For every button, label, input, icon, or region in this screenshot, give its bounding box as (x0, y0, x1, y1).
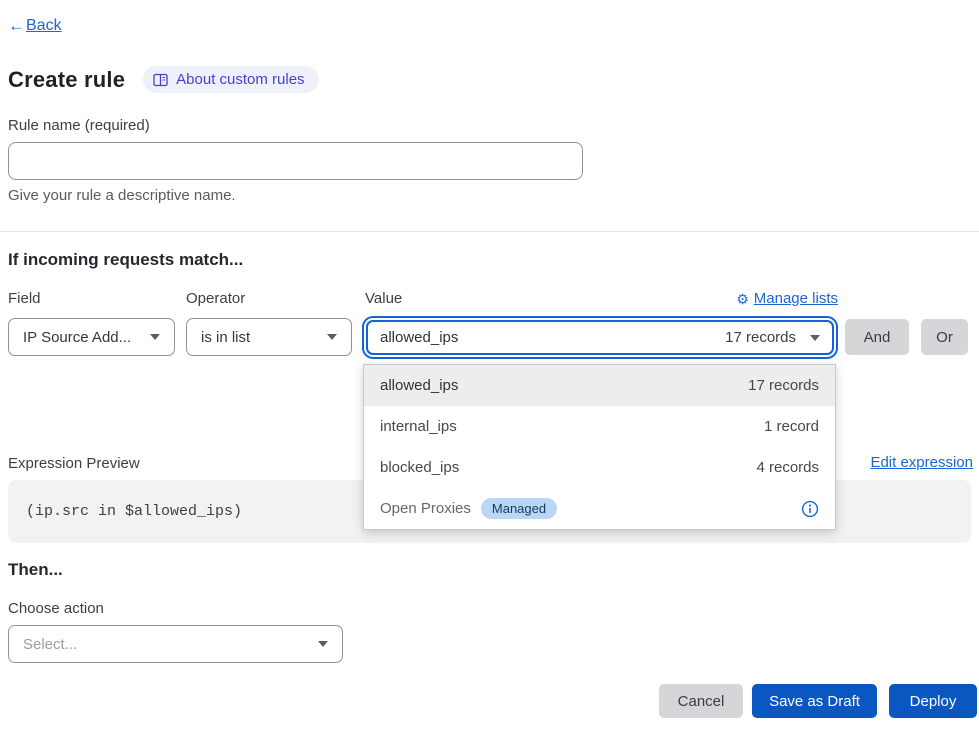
field-select[interactable]: IP Source Add... (8, 318, 175, 356)
back-link[interactable]: ←Back (8, 16, 62, 36)
action-select[interactable]: Select... (8, 625, 343, 663)
list-option-allowed-ips[interactable]: allowed_ips 17 records (364, 365, 835, 406)
chevron-down-icon (327, 334, 337, 340)
title-row: Create rule About custom rules (8, 66, 319, 93)
list-option-name: allowed_ips (380, 377, 458, 394)
save-as-draft-button[interactable]: Save as Draft (752, 684, 877, 718)
create-rule-page: ←Back Create rule About custom rules Rul… (0, 0, 979, 739)
rule-name-label: Rule name (required) (8, 117, 150, 134)
cancel-button[interactable]: Cancel (659, 684, 743, 718)
list-option-name: Open Proxies (380, 500, 471, 517)
field-column-label: Field (8, 290, 41, 307)
chevron-down-icon (318, 641, 328, 647)
operator-column-label: Operator (186, 290, 245, 307)
action-select-placeholder: Select... (23, 636, 318, 653)
and-button[interactable]: And (845, 319, 909, 355)
back-label: Back (26, 17, 62, 35)
match-section-heading: If incoming requests match... (8, 250, 243, 270)
gear-icon: ⚙ (736, 292, 749, 306)
rule-name-helper: Give your rule a descriptive name. (8, 187, 236, 204)
chevron-down-icon (150, 334, 160, 340)
rule-name-input[interactable] (8, 142, 583, 180)
list-dropdown-panel: allowed_ips 17 records internal_ips 1 re… (363, 364, 836, 530)
section-divider (0, 231, 979, 232)
value-combobox-text: allowed_ips (380, 329, 725, 346)
list-option-name: blocked_ips (380, 459, 459, 476)
book-icon (153, 73, 168, 87)
deploy-button[interactable]: Deploy (889, 684, 977, 718)
value-records-count: 17 records (725, 329, 796, 346)
info-icon[interactable] (801, 500, 819, 518)
expression-preview-label: Expression Preview (8, 455, 140, 472)
back-arrow-icon: ← (8, 16, 25, 36)
list-option-records: 1 record (764, 418, 819, 435)
list-option-open-proxies[interactable]: Open Proxies Managed (364, 488, 835, 529)
list-option-name: internal_ips (380, 418, 457, 435)
chevron-down-icon[interactable] (810, 335, 820, 341)
value-column-label: Value (365, 290, 402, 307)
manage-lists-label: Manage lists (754, 290, 838, 307)
then-section-heading: Then... (8, 560, 63, 580)
field-select-value: IP Source Add... (23, 329, 150, 346)
expression-code: (ip.src in $allowed_ips) (26, 503, 242, 520)
operator-select[interactable]: is in list (186, 318, 352, 356)
value-combobox[interactable]: allowed_ips 17 records (366, 320, 834, 355)
operator-select-value: is in list (201, 329, 327, 346)
list-option-internal-ips[interactable]: internal_ips 1 record (364, 406, 835, 447)
edit-expression-link[interactable]: Edit expression (870, 454, 973, 471)
page-title: Create rule (8, 67, 125, 93)
list-option-blocked-ips[interactable]: blocked_ips 4 records (364, 447, 835, 488)
about-badge-label: About custom rules (176, 71, 304, 88)
about-custom-rules-badge[interactable]: About custom rules (143, 66, 318, 93)
list-option-records: 4 records (756, 459, 819, 476)
or-button[interactable]: Or (921, 319, 968, 355)
manage-lists-link[interactable]: ⚙ Manage lists (736, 290, 838, 307)
choose-action-label: Choose action (8, 600, 104, 617)
managed-badge: Managed (481, 498, 557, 519)
list-option-records: 17 records (748, 377, 819, 394)
edit-expression-label: Edit expression (870, 454, 973, 471)
